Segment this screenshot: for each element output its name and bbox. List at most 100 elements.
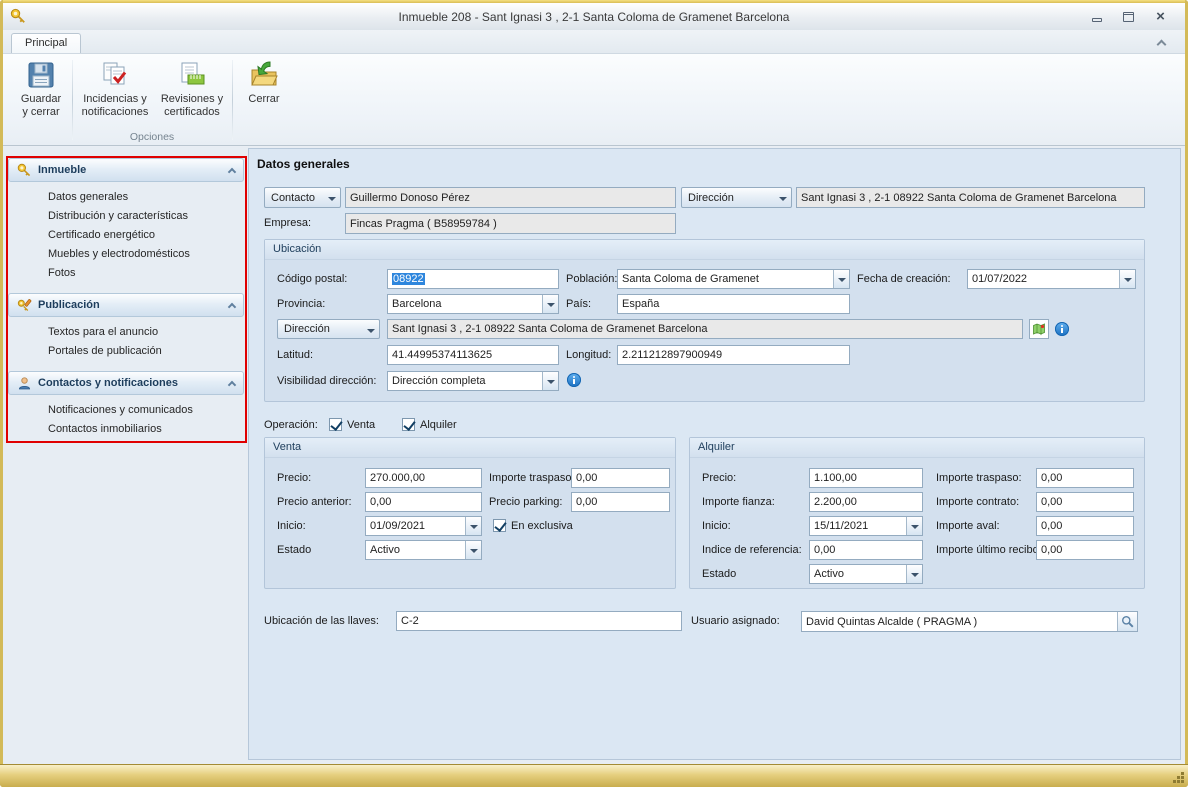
usuario-asignado-value: David Quintas Alcalde ( PRAGMA ) [802,612,1117,631]
window-frame-top [0,0,1188,3]
empresa-field[interactable]: Fincas Pragma ( B58959784 ) [345,213,676,234]
direccion-selector[interactable]: Dirección [681,187,792,208]
ribbon-collapse-button[interactable] [1149,35,1173,50]
importe-contrato-label: Importe contrato: [936,492,1019,512]
map-icon [1032,322,1046,336]
latitud-label: Latitud: [277,345,313,365]
sidebar-item-muebles-electrodomesticos[interactable]: Muebles y electrodomésticos [8,245,244,264]
ubicacion-llaves-input[interactable]: C-2 [396,611,682,631]
direccion-selector-ubicacion[interactable]: Dirección [277,319,380,339]
usuario-asignado-label: Usuario asignado: [691,611,780,631]
sidebar-group-items: Datos generales Distribución y caracterí… [8,182,244,293]
visibilidad-direccion-select[interactable]: Dirección completa [387,371,559,391]
usuario-asignado-field[interactable]: David Quintas Alcalde ( PRAGMA ) [801,611,1138,632]
en-exclusiva-checkbox[interactable] [493,519,506,532]
certificate-icon [177,60,207,90]
contacto-selector-label: Contacto [265,188,325,207]
importe-fianza-input[interactable]: 2.200,00 [809,492,923,512]
importe-aval-input[interactable]: 0,00 [1036,516,1134,536]
alquiler-precio-input[interactable]: 1.100,00 [809,468,923,488]
venta-group-title: Venta [265,438,675,458]
en-exclusiva-label: En exclusiva [511,516,573,536]
latitud-input[interactable]: 41.44995374113625 [387,345,559,365]
minimize-button[interactable] [1084,8,1109,25]
venta-precio-input[interactable]: 270.000,00 [365,468,482,488]
pais-input[interactable]: España [617,294,850,314]
fecha-creacion-label: Fecha de creación: [857,269,951,289]
sidebar-item-contactos-inmobiliarios[interactable]: Contactos inmobiliarios [8,420,244,439]
contacto-selector[interactable]: Contacto [264,187,341,208]
sidebar-item-distribucion-caracteristicas[interactable]: Distribución y características [8,207,244,226]
info-icon[interactable] [567,373,581,387]
venta-estado-label: Estado [277,540,311,560]
sidebar-item-certificado-energetico[interactable]: Certificado energético [8,226,244,245]
page-title: Datos generales [257,157,350,171]
window-frame-left [0,0,3,787]
sidebar-item-fotos[interactable]: Fotos [8,264,244,283]
cerrar-button[interactable]: Cerrar [236,57,292,129]
dropdown-arrow-icon [325,188,340,207]
restore-button[interactable] [1116,8,1141,25]
sidebar-item-notificaciones-comunicados[interactable]: Notificaciones y comunicados [8,401,244,420]
codigo-postal-input[interactable]: 08922 [387,269,559,289]
contacto-value-field[interactable]: Guillermo Donoso Pérez [345,187,676,208]
venta-checkbox[interactable] [329,418,342,431]
alquiler-estado-value: Activo [810,565,906,583]
venta-precio-parking-input[interactable]: 0,00 [571,492,670,512]
indice-referencia-label: Indice de referencia: [702,540,802,560]
indice-referencia-input[interactable]: 0,00 [809,540,923,560]
alquiler-checkbox[interactable] [402,418,415,431]
sidebar-item-datos-generales[interactable]: Datos generales [8,188,244,207]
provincia-select[interactable]: Barcelona [387,294,559,314]
importe-ultimo-recibo-input[interactable]: 0,00 [1036,540,1134,560]
revisiones-certificados-button[interactable]: Revisiones y certificados [155,57,229,129]
direccion-completa-field[interactable]: Sant Ignasi 3 , 2-1 08922 Santa Coloma d… [387,319,1023,339]
sidebar-item-portales-publicacion[interactable]: Portales de publicación [8,342,244,361]
fecha-creacion-select[interactable]: 01/07/2022 [967,269,1136,289]
alquiler-inicio-date-select[interactable]: 15/11/2021 [809,516,923,536]
sidebar-group-publicacion[interactable]: Publicación [8,293,244,317]
ribbon-separator [232,60,233,140]
search-user-button[interactable] [1117,612,1137,631]
venta-estado-value: Activo [366,541,465,559]
direccion-value-field[interactable]: Sant Ignasi 3 , 2-1 08922 Santa Coloma d… [796,187,1145,208]
poblacion-select[interactable]: Santa Coloma de Gramenet [617,269,850,289]
status-bar [0,764,1188,787]
window-title: Inmueble 208 - Sant Ignasi 3 , 2-1 Santa… [123,10,1065,24]
pais-label: País: [566,294,591,314]
alquiler-estado-select[interactable]: Activo [809,564,923,584]
info-icon[interactable] [1055,322,1069,336]
sidebar-group-title: Publicación [38,299,223,311]
venta-estado-select[interactable]: Activo [365,540,482,560]
venta-inicio-date-select[interactable]: 01/09/2021 [365,516,482,536]
sidebar-group-title: Inmueble [38,164,223,176]
key-icon [17,163,32,178]
dropdown-arrow-icon [465,517,481,535]
sidebar-item-textos-anuncio[interactable]: Textos para el anuncio [8,323,244,342]
save-and-close-button[interactable]: Guardar y cerrar [13,57,69,129]
venta-importe-traspaso-input[interactable]: 0,00 [571,468,670,488]
venta-inicio-label: Inicio: [277,516,306,536]
sidebar-group-contactos-notificaciones[interactable]: Contactos y notificaciones [8,371,244,395]
alquiler-importe-traspaso-input[interactable]: 0,00 [1036,468,1134,488]
close-button[interactable]: × [1148,8,1173,25]
ubicacion-group-title: Ubicación [265,240,1144,260]
sidebar-group-items: Notificaciones y comunicados Contactos i… [8,395,244,449]
venta-precio-anterior-input[interactable]: 0,00 [365,492,482,512]
button-label: notificaciones [82,106,149,119]
longitud-input[interactable]: 2.211212897900949 [617,345,850,365]
visibilidad-direccion-label: Visibilidad dirección: [277,371,376,391]
alquiler-group: Alquiler Precio: 1.100,00 Importe traspa… [689,437,1145,589]
incidencias-notificaciones-button[interactable]: Incidencias y notificaciones [76,57,154,129]
sidebar: Inmueble Datos generales Distribución y … [8,158,244,449]
ubicacion-llaves-label: Ubicación de las llaves: [264,611,379,631]
codigo-postal-value: 08922 [392,273,425,285]
map-button[interactable] [1029,319,1049,339]
importe-contrato-input[interactable]: 0,00 [1036,492,1134,512]
button-label: Guardar [21,93,61,106]
tab-principal[interactable]: Principal [11,33,81,53]
direccion-selector-label: Dirección [278,320,364,338]
resize-grip[interactable] [1171,770,1184,783]
sidebar-group-inmueble[interactable]: Inmueble [8,158,244,182]
venta-group: Venta Precio: 270.000,00 Importe traspas… [264,437,676,589]
